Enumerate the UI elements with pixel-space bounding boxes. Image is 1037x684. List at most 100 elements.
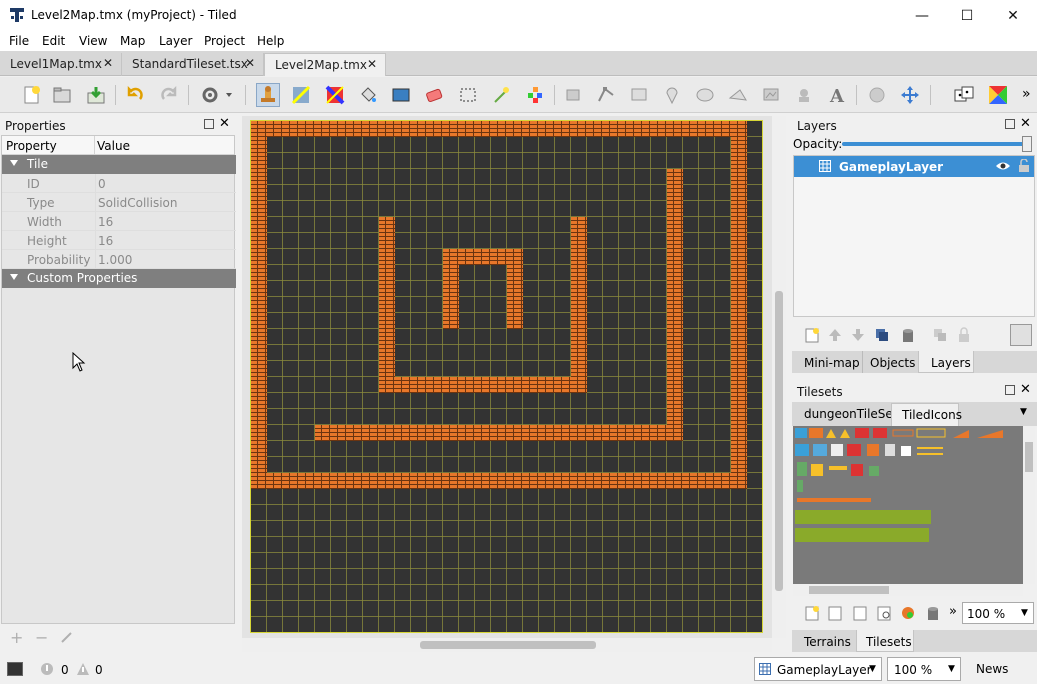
eraser-icon[interactable] xyxy=(422,83,446,107)
property-row[interactable]: Probability 1.000 xyxy=(2,250,236,269)
float-panel-icon[interactable] xyxy=(1005,119,1015,129)
tileset-zoom-combobox[interactable]: 100 % ▼ xyxy=(962,602,1034,624)
close-panel-icon[interactable]: ✕ xyxy=(219,116,230,131)
insert-point-icon[interactable] xyxy=(660,83,684,107)
new-file-icon[interactable] xyxy=(20,83,44,107)
tab-standardtileset[interactable]: StandardTileset.tsx ✕ xyxy=(122,53,264,76)
insert-text-icon[interactable]: A xyxy=(825,83,849,107)
opacity-slider[interactable] xyxy=(842,142,1032,146)
menu-project[interactable]: Project xyxy=(204,34,245,48)
layer-item-gameplay[interactable]: GameplayLayer xyxy=(794,156,1034,177)
dynamic-wrapping-icon[interactable] xyxy=(900,605,916,624)
edit-polygons-icon[interactable] xyxy=(594,83,618,107)
duplicate-layer-icon[interactable] xyxy=(874,327,890,346)
tab-layers[interactable]: Layers xyxy=(918,351,974,373)
tab-level1map[interactable]: Level1Map.tmx ✕ xyxy=(0,53,122,76)
group-tile[interactable]: Tile xyxy=(2,155,236,174)
menu-file[interactable]: File xyxy=(9,34,29,48)
lock-all-icon[interactable] xyxy=(957,327,971,346)
tab-terrains[interactable]: Terrains xyxy=(804,635,851,649)
tileset-toolbar-overflow[interactable]: » xyxy=(949,604,957,619)
insert-rectangle-icon[interactable] xyxy=(627,83,651,107)
map-view[interactable] xyxy=(242,116,772,638)
tileset-menu-chevron-icon[interactable]: ▼ xyxy=(1020,407,1027,417)
insert-ellipse-icon[interactable] xyxy=(693,83,717,107)
property-row[interactable]: Width 16 xyxy=(2,212,236,231)
lower-layer-icon[interactable] xyxy=(850,327,866,346)
float-panel-icon[interactable] xyxy=(204,119,214,129)
select-same-tile-icon[interactable] xyxy=(523,83,547,107)
new-layer-icon[interactable] xyxy=(804,327,820,346)
error-icon[interactable] xyxy=(40,662,54,679)
scrollbar-thumb[interactable] xyxy=(420,641,596,649)
tab-dungeon-tileset[interactable]: dungeonTileSet xyxy=(804,407,898,421)
current-layer-combobox[interactable]: GameplayLayer ▼ xyxy=(754,657,882,681)
lock-icon[interactable] xyxy=(1018,158,1030,176)
export-tileset-icon[interactable] xyxy=(852,605,868,624)
menu-help[interactable]: Help xyxy=(257,34,284,48)
menu-layer[interactable]: Layer xyxy=(159,34,192,48)
magic-wand-icon[interactable] xyxy=(489,83,513,107)
scrollbar-thumb[interactable] xyxy=(809,586,889,594)
tab-close-icon[interactable]: ✕ xyxy=(103,56,113,70)
save-file-icon[interactable] xyxy=(84,83,108,107)
tab-tilesets[interactable]: Tilesets xyxy=(856,630,914,652)
map-canvas[interactable] xyxy=(250,120,763,633)
edit-tileset-icon[interactable] xyxy=(876,605,892,624)
layer-options-icon[interactable] xyxy=(1010,324,1032,346)
new-tileset-icon[interactable] xyxy=(804,605,820,624)
console-icon[interactable] xyxy=(7,662,23,676)
tab-mini-map[interactable]: Mini-map xyxy=(804,356,860,370)
opacity-slider-handle[interactable] xyxy=(1022,136,1032,152)
merge-layer-icon[interactable] xyxy=(932,327,948,346)
open-file-icon[interactable] xyxy=(50,83,74,107)
tab-close-icon[interactable]: ✕ xyxy=(245,56,255,70)
embed-tileset-icon[interactable] xyxy=(827,605,843,624)
map-horizontal-scrollbar[interactable] xyxy=(242,638,772,652)
menu-map[interactable]: Map xyxy=(120,34,145,48)
tab-level2map[interactable]: Level2Map.tmx ✕ xyxy=(264,53,386,76)
map-vertical-scrollbar[interactable] xyxy=(772,116,786,638)
close-panel-icon[interactable]: ✕ xyxy=(1020,382,1031,397)
rect-select-icon[interactable] xyxy=(456,83,480,107)
group-custom-properties[interactable]: Custom Properties xyxy=(2,269,236,288)
random-mode-icon[interactable] xyxy=(952,83,976,107)
rename-property-icon[interactable] xyxy=(60,630,74,647)
minimize-button[interactable]: — xyxy=(899,0,945,31)
stamp-brush-icon[interactable] xyxy=(256,83,280,107)
warning-icon[interactable] xyxy=(76,662,90,679)
news-button[interactable]: News xyxy=(976,662,1008,676)
tab-close-icon[interactable]: ✕ xyxy=(367,57,377,71)
menu-view[interactable]: View xyxy=(79,34,107,48)
tab-tiled-icons[interactable]: TiledIcons xyxy=(891,403,962,426)
close-button[interactable]: ✕ xyxy=(990,0,1036,31)
commands-icon[interactable] xyxy=(196,83,236,107)
insert-polygon-icon[interactable] xyxy=(726,83,750,107)
scrollbar-thumb[interactable] xyxy=(1025,442,1033,472)
wang-brush-icon[interactable] xyxy=(323,83,347,107)
tileset-view[interactable] xyxy=(793,426,1023,584)
world-tool-icon[interactable] xyxy=(865,83,889,107)
close-panel-icon[interactable]: ✕ xyxy=(1020,116,1031,131)
shape-fill-icon[interactable] xyxy=(389,83,413,107)
wang-fill-mode-icon[interactable] xyxy=(986,83,1010,107)
toolbar-overflow-button[interactable]: » xyxy=(1022,86,1031,102)
map-zoom-combobox[interactable]: 100 % ▼ xyxy=(887,657,961,681)
remove-property-button[interactable]: − xyxy=(35,628,48,647)
select-objects-icon[interactable] xyxy=(561,83,585,107)
property-row[interactable]: Height 16 xyxy=(2,231,236,250)
scrollbar-thumb[interactable] xyxy=(775,291,783,591)
visibility-eye-icon[interactable] xyxy=(995,159,1011,176)
delete-layer-icon[interactable] xyxy=(900,327,916,346)
tileset-horizontal-scrollbar[interactable] xyxy=(793,584,1023,596)
bucket-fill-icon[interactable] xyxy=(356,83,380,107)
tileset-vertical-scrollbar[interactable] xyxy=(1023,426,1035,584)
remove-tileset-icon[interactable] xyxy=(925,605,941,624)
menu-edit[interactable]: Edit xyxy=(42,34,65,48)
add-property-button[interactable]: + xyxy=(10,628,23,647)
property-row[interactable]: ID 0 xyxy=(2,174,236,193)
tab-objects[interactable]: Objects xyxy=(870,356,915,370)
raise-layer-icon[interactable] xyxy=(827,327,843,346)
insert-template-icon[interactable] xyxy=(792,83,816,107)
maximize-button[interactable]: ☐ xyxy=(944,0,990,31)
